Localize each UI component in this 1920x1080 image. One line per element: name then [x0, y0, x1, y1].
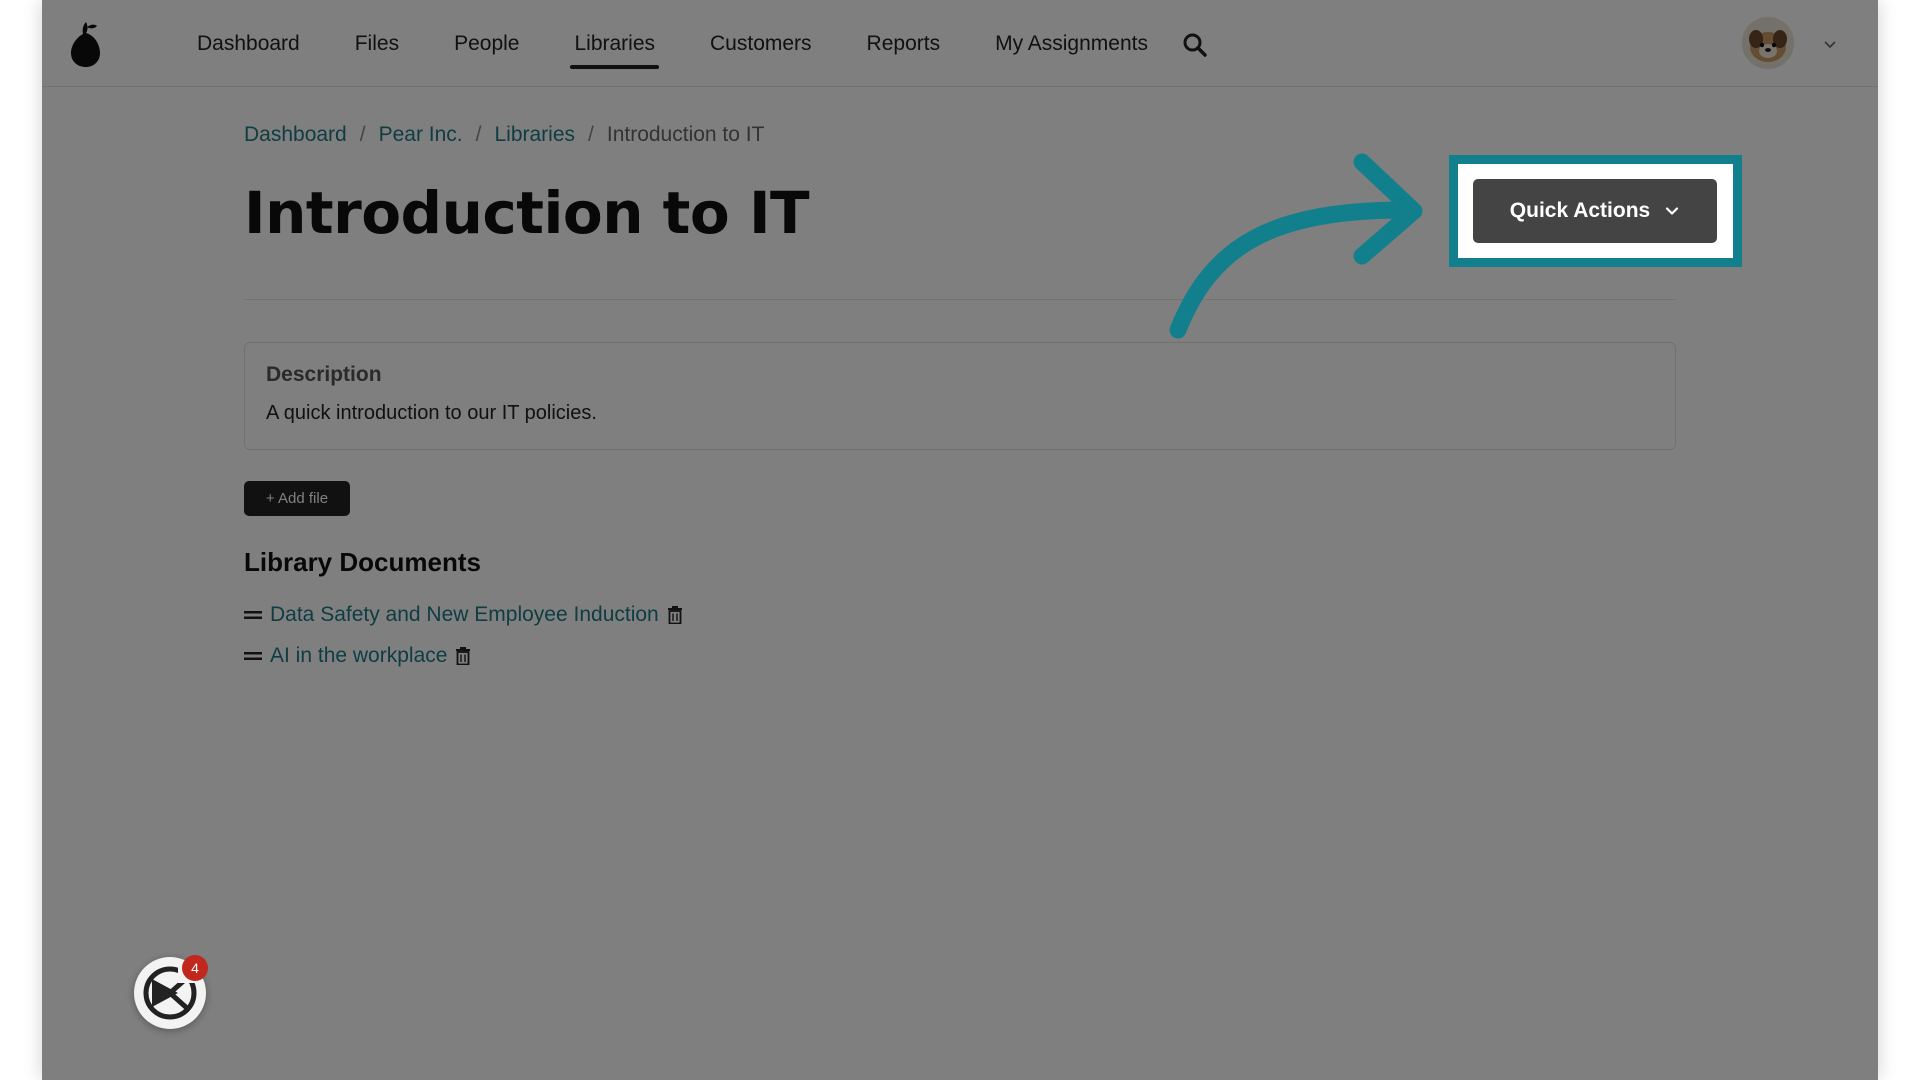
breadcrumb-separator: / — [359, 123, 366, 146]
document-link[interactable]: AI in the workplace — [270, 644, 447, 668]
avatar-image — [1742, 17, 1794, 69]
document-link[interactable]: Data Safety and New Employee Induction — [270, 603, 659, 627]
nav-item-reports[interactable]: Reports — [867, 0, 941, 87]
breadcrumb-separator: / — [588, 123, 594, 146]
nav-item-libraries[interactable]: Libraries — [570, 0, 659, 87]
breadcrumb-pear-inc[interactable]: Pear Inc. — [379, 123, 463, 147]
main-nav: Dashboard Files People Libraries Custome… — [197, 0, 1203, 87]
breadcrumb-separator: / — [475, 123, 482, 146]
chevron-down-icon[interactable] — [1822, 36, 1838, 52]
chevron-down-icon — [1666, 207, 1679, 215]
breadcrumb: Dashboard / Pear Inc. / Libraries / Intr… — [244, 123, 764, 147]
list-item: AI in the workplace — [244, 635, 683, 676]
breadcrumb-dashboard[interactable]: Dashboard — [244, 123, 347, 147]
quick-actions-button[interactable]: Quick Actions — [1473, 179, 1717, 243]
divider — [244, 299, 1676, 300]
search-icon[interactable] — [1182, 32, 1208, 58]
description-title: Description — [266, 363, 382, 386]
description-text: A quick introduction to our IT policies. — [266, 402, 597, 424]
app-window: Dashboard Files People Libraries Custome… — [42, 0, 1878, 1080]
nav-item-dashboard[interactable]: Dashboard — [197, 0, 300, 87]
trash-icon[interactable] — [455, 646, 471, 665]
pointer-arrow-icon — [1169, 153, 1423, 339]
breadcrumb-current: Introduction to IT — [606, 123, 765, 146]
drag-handle-icon[interactable] — [244, 609, 262, 621]
nav-item-customers[interactable]: Customers — [710, 0, 812, 87]
nav-item-my-assignments[interactable]: My Assignments — [995, 0, 1148, 87]
quick-actions-label: Quick Actions — [1509, 199, 1651, 222]
trash-icon[interactable] — [667, 605, 683, 624]
document-list: Data Safety and New Employee Induction A… — [244, 594, 683, 676]
top-navbar: Dashboard Files People Libraries Custome… — [42, 0, 1878, 87]
list-item: Data Safety and New Employee Induction — [244, 594, 683, 635]
page-title: Introduction to IT — [244, 179, 810, 247]
nav-item-people[interactable]: People — [454, 0, 519, 87]
user-avatar[interactable] — [1742, 17, 1794, 69]
add-file-button[interactable]: + Add file — [244, 481, 350, 516]
pear-logo-icon[interactable] — [66, 18, 106, 68]
library-documents-title: Library Documents — [244, 547, 481, 577]
drag-handle-icon[interactable] — [244, 650, 262, 662]
nav-item-files[interactable]: Files — [355, 0, 399, 87]
breadcrumb-libraries[interactable]: Libraries — [494, 123, 575, 147]
description-card: Description A quick introduction to our … — [244, 342, 1676, 450]
notification-badge: 4 — [182, 955, 208, 981]
